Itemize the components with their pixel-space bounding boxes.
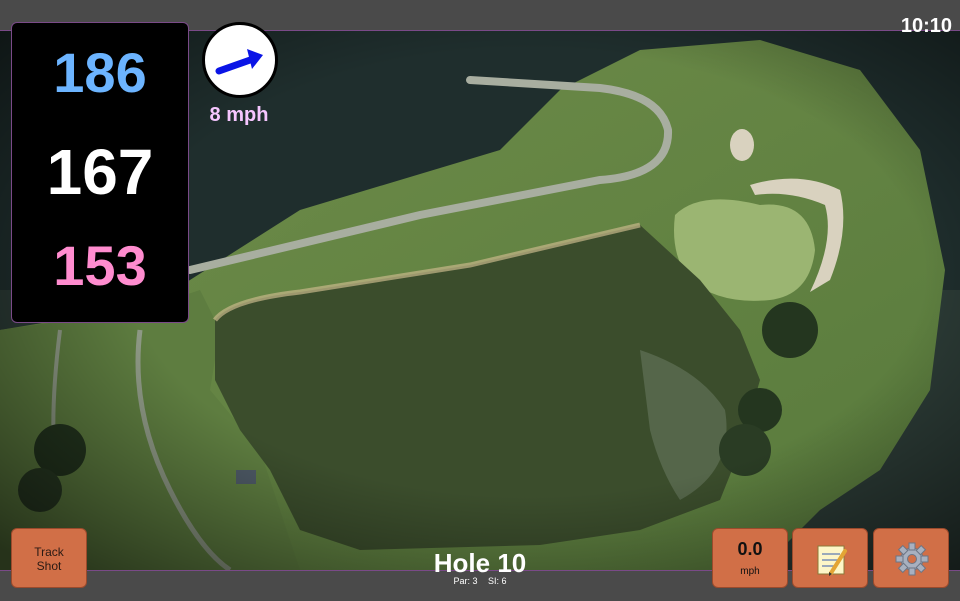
wind-speed: 8 mph xyxy=(209,104,269,126)
wind-indicator xyxy=(202,22,278,98)
speed-unit: mph xyxy=(740,566,760,577)
clock: 10:10 xyxy=(900,15,952,37)
hole-title: Hole 10 xyxy=(433,548,527,578)
stroke-index-label: SI: 6 xyxy=(488,576,507,586)
back-distance: 186 xyxy=(53,41,147,104)
track-shot-button[interactable]: Track Shot xyxy=(11,528,87,588)
speed-button[interactable]: 0.0 mph xyxy=(712,528,788,588)
wind-arrow-icon xyxy=(215,49,263,75)
hole-details: Par: 3 SI: 6 xyxy=(380,576,580,586)
distance-panel: 186 167 153 xyxy=(11,22,189,323)
speed-value: 0.0 xyxy=(737,539,763,559)
gear-icon xyxy=(895,542,929,576)
settings-button[interactable] xyxy=(873,528,949,588)
notes-button[interactable] xyxy=(792,528,868,588)
front-distance: 153 xyxy=(53,234,147,297)
par-label: Par: 3 xyxy=(453,576,478,586)
middle-distance: 167 xyxy=(46,136,154,208)
track-shot-label: Track Shot xyxy=(34,545,64,573)
notepad-icon xyxy=(817,545,847,576)
